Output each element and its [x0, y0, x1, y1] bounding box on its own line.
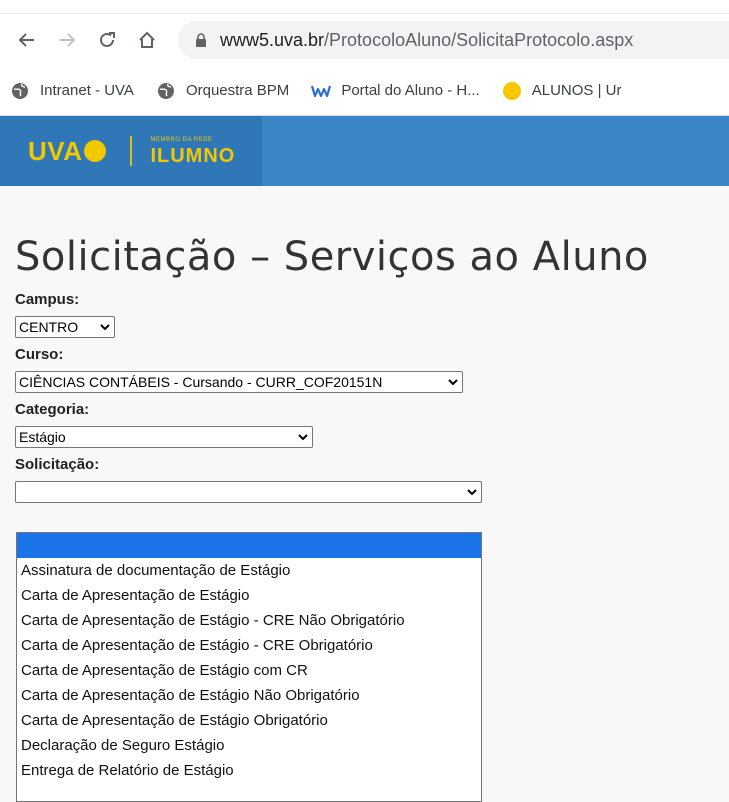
- solicitacao-label: Solicitação:: [15, 456, 100, 473]
- globe-icon: [10, 81, 30, 101]
- dropdown-option[interactable]: Carta de Apresentação de Estágio Obrigat…: [17, 708, 481, 733]
- bookmark-portal-aluno[interactable]: Portal do Aluno - H...: [311, 81, 480, 101]
- dropdown-option[interactable]: Carta de Apresentação de Estágio: [17, 583, 481, 608]
- categoria-select[interactable]: Estágio: [15, 426, 313, 448]
- dropdown-option[interactable]: Assinatura de documentação de Estágio: [17, 558, 481, 583]
- logo-divider: [130, 136, 133, 166]
- browser-tabstrip: [0, 0, 729, 14]
- forward-button[interactable]: [50, 23, 84, 57]
- arrow-right-icon: [60, 33, 76, 47]
- campus-select[interactable]: CENTRO: [15, 316, 115, 338]
- curso-label: Curso:: [15, 346, 64, 363]
- solicitacao-dropdown-list: Assinatura de documentação de Estágio Ca…: [16, 532, 482, 802]
- chevron-down-icon: [100, 324, 110, 331]
- dropdown-option[interactable]: Carta de Apresentação de Estágio Não Obr…: [17, 683, 481, 708]
- bookmark-label: Portal do Aluno - H...: [341, 82, 480, 99]
- solicitacao-select[interactable]: [15, 481, 482, 503]
- dropdown-option[interactable]: Entrega de Relatório de Estágio: [17, 758, 481, 783]
- campus-value: CENTRO: [19, 319, 79, 335]
- address-bar[interactable]: www5.uva.br/ProtocoloAluno/SolicitaProto…: [178, 21, 729, 59]
- bookmark-orquestra[interactable]: Orquestra BPM: [156, 81, 289, 101]
- dropdown-option[interactable]: Carta de Apresentação de Estágio com CR: [17, 658, 481, 683]
- site-header: UVA MEMBRO DA REDE ILUMNO: [0, 116, 729, 186]
- bookmark-label: Intranet - UVA: [40, 82, 134, 99]
- back-button[interactable]: [10, 23, 44, 57]
- ilumno-text: ILUMNO: [150, 144, 236, 167]
- arrow-left-icon: [18, 33, 34, 47]
- uva-logo-text: UVA: [28, 135, 83, 166]
- reload-icon: [100, 32, 115, 47]
- url-path: /ProtocoloAluno/SolicitaProtocolo.aspx: [324, 29, 634, 50]
- reload-button[interactable]: [90, 23, 124, 57]
- home-button[interactable]: [130, 23, 164, 57]
- dropdown-option[interactable]: Declaração de Seguro Estágio: [17, 733, 481, 758]
- bookmark-intranet[interactable]: Intranet - UVA: [10, 81, 134, 101]
- ilumno-logo: MEMBRO DA REDE ILUMNO: [150, 137, 235, 166]
- globe-icon: [156, 81, 176, 101]
- chevron-down-icon: [298, 434, 308, 441]
- bookmarks-bar: Intranet - UVA Orquestra BPM Portal do A…: [0, 66, 729, 116]
- curso-select[interactable]: CIÊNCIAS CONTÁBEIS - Cursando - CURR_COF…: [15, 371, 463, 393]
- dropdown-option-empty[interactable]: [17, 533, 481, 558]
- bookmark-alunos[interactable]: ALUNOS | Ur: [502, 81, 622, 101]
- categoria-label: Categoria:: [15, 401, 90, 418]
- bookmark-label: ALUNOS | Ur: [531, 82, 622, 99]
- dropdown-option[interactable]: Carta de Apresentação de Estágio - CRE O…: [17, 633, 481, 658]
- chevron-down-icon: [467, 489, 477, 496]
- browser-toolbar: www5.uva.br/ProtocoloAluno/SolicitaProto…: [0, 14, 729, 66]
- brand-logo[interactable]: UVA MEMBRO DA REDE ILUMNO: [0, 116, 262, 186]
- bookmark-label: Orquestra BPM: [185, 82, 290, 99]
- w-logo-icon: [311, 81, 332, 101]
- url-host: www5.uva.br: [220, 29, 325, 50]
- lock-icon: [196, 33, 206, 47]
- home-icon: [139, 31, 155, 48]
- uva-dot-icon: [84, 140, 107, 162]
- curso-value: CIÊNCIAS CONTÁBEIS - Cursando - CURR_COF…: [19, 374, 383, 390]
- dropdown-option[interactable]: Carta de Apresentação de Estágio - CRE N…: [17, 608, 481, 633]
- yellow-circle-icon: [502, 81, 522, 101]
- chevron-down-icon: [448, 379, 458, 386]
- page-title: Solicitação – Serviços ao Aluno: [15, 234, 649, 280]
- main-content: Solicitação – Serviços ao Aluno Campus: …: [0, 233, 729, 503]
- categoria-value: Estágio: [19, 429, 66, 445]
- campus-label: Campus:: [15, 291, 80, 308]
- uva-logo: UVA: [28, 135, 107, 167]
- ilumno-small-text: MEMBRO DA REDE: [150, 136, 213, 143]
